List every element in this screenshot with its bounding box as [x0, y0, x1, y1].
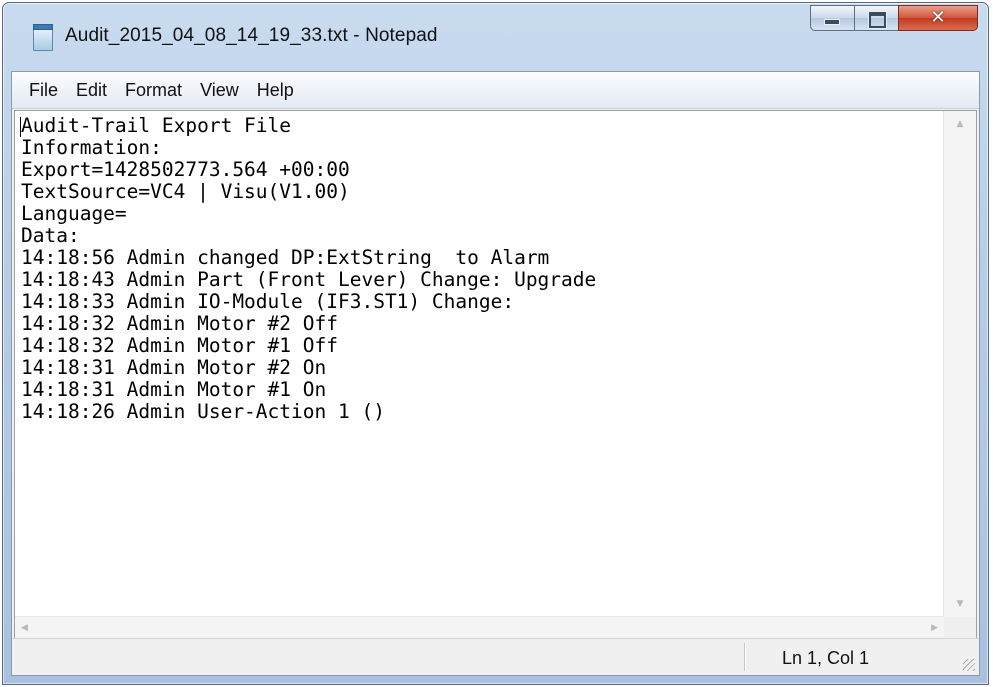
- text-line: Data:: [21, 224, 80, 247]
- document-text[interactable]: Audit-Trail Export File Information: Exp…: [21, 115, 936, 615]
- text-line: 14:18:43 Admin Part (Front Lever) Change…: [21, 268, 597, 291]
- text-line: 14:18:33 Admin IO-Module (IF3.ST1) Chang…: [21, 290, 515, 313]
- text-line: 14:18:31 Admin Motor #1 On: [21, 378, 327, 401]
- menu-help[interactable]: Help: [248, 72, 303, 108]
- cursor-position: Ln 1, Col 1: [782, 648, 870, 668]
- minimize-button[interactable]: [810, 5, 854, 31]
- text-line: Language=: [21, 202, 127, 225]
- title-bar[interactable]: Audit_2015_04_08_14_19_33.txt - Notepad …: [3, 3, 988, 71]
- menu-view[interactable]: View: [191, 72, 248, 108]
- text-caret: [20, 117, 21, 137]
- text-line: 14:18:26 Admin User-Action 1 (): [21, 400, 385, 423]
- menu-edit[interactable]: Edit: [67, 72, 116, 108]
- scroll-right-icon[interactable]: ▶: [931, 623, 938, 633]
- scroll-up-icon[interactable]: ▲: [944, 119, 976, 129]
- maximize-button[interactable]: [854, 5, 898, 31]
- status-bar: Ln 1, Col 1: [12, 638, 979, 675]
- text-line: 14:18:56 Admin changed DP:ExtString to A…: [21, 246, 550, 269]
- maximize-icon: [869, 12, 886, 28]
- resize-grip-icon[interactable]: [963, 659, 975, 671]
- text-line: Audit-Trail Export File: [21, 115, 292, 137]
- text-line: Export=1428502773.564 +00:00: [21, 158, 350, 181]
- menu-file[interactable]: File: [20, 72, 67, 108]
- status-divider: [744, 643, 745, 671]
- menu-bar: File Edit Format View Help: [12, 72, 979, 109]
- scroll-down-icon[interactable]: ▼: [944, 599, 976, 609]
- text-editor[interactable]: Audit-Trail Export File Information: Exp…: [14, 110, 977, 642]
- text-line: 14:18:31 Admin Motor #2 On: [21, 356, 327, 379]
- notepad-window: Audit_2015_04_08_14_19_33.txt - Notepad …: [2, 2, 989, 685]
- close-button[interactable]: ✕: [898, 5, 978, 31]
- window-title: Audit_2015_04_08_14_19_33.txt - Notepad: [65, 25, 438, 46]
- text-line: 14:18:32 Admin Motor #2 Off: [21, 312, 338, 335]
- client-area: File Edit Format View Help Audit-Trail E…: [11, 71, 980, 676]
- text-line: Information:: [21, 136, 162, 159]
- caption-buttons: ✕: [810, 5, 978, 31]
- menu-format[interactable]: Format: [116, 72, 191, 108]
- minimize-icon: [825, 20, 839, 24]
- text-line: TextSource=VC4 | Visu(V1.00): [21, 180, 350, 203]
- notepad-icon[interactable]: [33, 24, 53, 51]
- close-icon: ✕: [930, 7, 946, 28]
- text-line: 14:18:32 Admin Motor #1 Off: [21, 334, 338, 357]
- vertical-scrollbar[interactable]: ▲ ▼: [943, 111, 976, 617]
- scroll-left-icon[interactable]: ◀: [21, 623, 28, 633]
